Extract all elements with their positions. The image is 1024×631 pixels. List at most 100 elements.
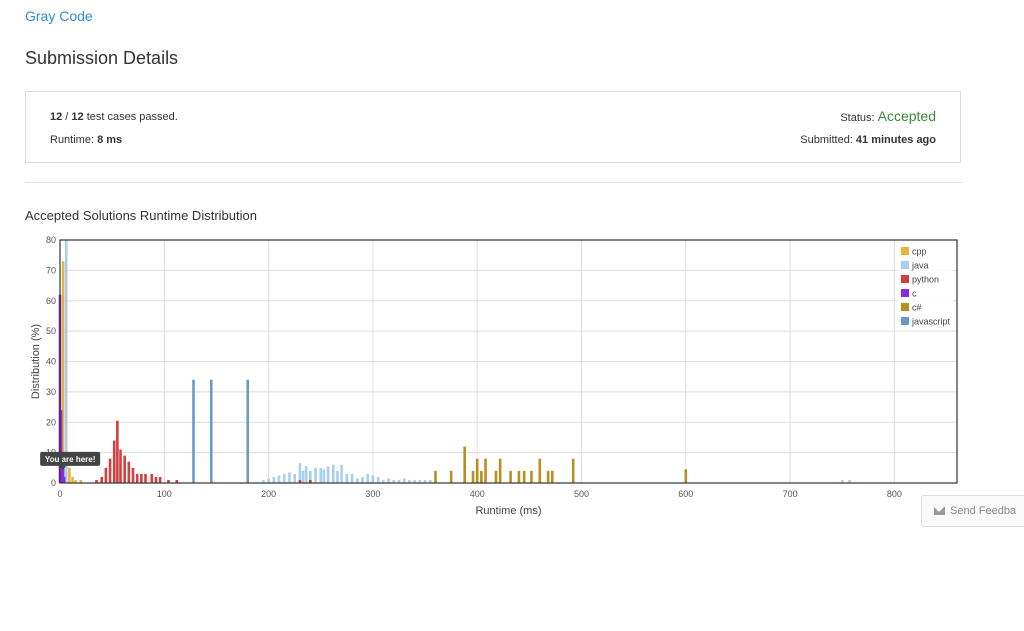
bar: [494, 470, 498, 483]
divider: [25, 182, 963, 183]
legend-swatch: [901, 275, 909, 283]
bar: [480, 470, 483, 483]
bar: [144, 473, 147, 483]
bar: [304, 466, 308, 483]
passed-count: 12: [50, 111, 63, 123]
bar: [322, 469, 326, 483]
bar: [192, 379, 195, 483]
x-tick-label: 400: [470, 489, 485, 499]
legend-label: c#: [912, 303, 922, 313]
bar: [112, 440, 116, 483]
bar: [449, 470, 453, 483]
bar: [326, 466, 330, 483]
bar: [345, 473, 349, 483]
x-axis-label: Runtime (ms): [475, 505, 541, 517]
bar: [546, 470, 550, 483]
bar: [314, 467, 317, 483]
bar: [116, 420, 119, 483]
bar: [104, 467, 108, 483]
bar: [150, 473, 154, 483]
mail-icon: [934, 507, 945, 515]
bar: [246, 379, 250, 483]
bar: [301, 470, 305, 483]
page-title: Submission Details: [25, 48, 179, 68]
bar: [135, 473, 139, 483]
bar: [475, 458, 479, 483]
bar: [434, 470, 437, 483]
bar: [127, 461, 131, 483]
bar: [498, 458, 502, 483]
y-tick-label: 60: [46, 296, 56, 306]
bar: [108, 458, 112, 483]
bar: [530, 470, 533, 483]
bar: [366, 473, 369, 483]
x-tick-label: 600: [678, 489, 693, 499]
bar: [350, 473, 354, 483]
bar: [158, 476, 162, 483]
x-tick-label: 800: [887, 489, 902, 499]
test-cases-summary: 12 / 12 test cases passed.: [50, 111, 178, 123]
bar: [62, 476, 66, 483]
y-tick-label: 20: [46, 417, 56, 427]
x-tick-label: 700: [783, 489, 798, 499]
bar: [538, 458, 542, 483]
bar: [355, 478, 359, 483]
x-tick-label: 300: [365, 489, 380, 499]
bar: [140, 473, 143, 483]
bar: [522, 470, 526, 483]
submitted-value: 41 minutes ago: [855, 134, 936, 146]
bar: [293, 473, 296, 483]
send-feedback-button[interactable]: Send Feedba: [921, 495, 1024, 527]
legend-label: python: [912, 275, 939, 285]
bar: [376, 476, 380, 483]
status-summary: Status: Accepted: [840, 108, 936, 124]
bar: [509, 470, 512, 483]
status-label: Status:: [840, 112, 878, 124]
runtime-value: 8 ms: [97, 134, 123, 146]
problem-title-link[interactable]: Gray Code: [25, 8, 93, 24]
bar: [267, 478, 270, 483]
bar: [371, 475, 375, 483]
bar: [336, 470, 339, 483]
send-feedback-label: Send Feedba: [950, 505, 1017, 517]
bar: [463, 446, 466, 483]
bar: [282, 473, 286, 483]
cases-text: test cases passed.: [83, 111, 178, 123]
submission-summary-panel: 12 / 12 test cases passed. Runtime: 8 ms…: [25, 91, 961, 163]
bar: [571, 458, 575, 483]
runtime-summary: Runtime: 8 ms: [50, 134, 122, 146]
bar: [64, 240, 68, 483]
runtime-label: Runtime:: [50, 134, 98, 146]
bar: [331, 464, 335, 483]
y-tick-label: 40: [46, 357, 56, 367]
bar: [361, 476, 364, 483]
bar: [272, 476, 276, 483]
runtime-distribution-chart[interactable]: 0102030405060708001002003004005006007008…: [0, 232, 1024, 522]
x-tick-label: 100: [157, 489, 172, 499]
x-tick-label: 200: [261, 489, 276, 499]
bar: [517, 470, 521, 483]
x-tick-label: 0: [57, 489, 62, 499]
bar: [387, 478, 390, 483]
bar: [484, 458, 487, 483]
legend-swatch: [901, 247, 909, 255]
bar: [131, 467, 135, 483]
marker-label: You are here!: [45, 455, 96, 464]
legend-label: javascript: [911, 317, 951, 327]
bar: [684, 469, 688, 483]
status-value: Accepted: [877, 108, 936, 124]
distribution-title: Accepted Solutions Runtime Distribution: [25, 208, 257, 223]
y-tick-label: 80: [46, 235, 56, 245]
bar: [100, 476, 104, 483]
total-count: 12: [71, 111, 84, 123]
bar: [209, 379, 213, 483]
legend-swatch: [901, 303, 909, 311]
legend-swatch: [901, 317, 909, 325]
bar: [123, 455, 126, 483]
submitted-label: Submitted:: [800, 134, 856, 146]
submitted-summary: Submitted: 41 minutes ago: [800, 134, 936, 146]
bar: [402, 478, 406, 483]
legend: cpp java python c c# javascript: [897, 243, 953, 329]
y-tick-label: 30: [46, 387, 56, 397]
y-tick-label: 50: [46, 326, 56, 336]
